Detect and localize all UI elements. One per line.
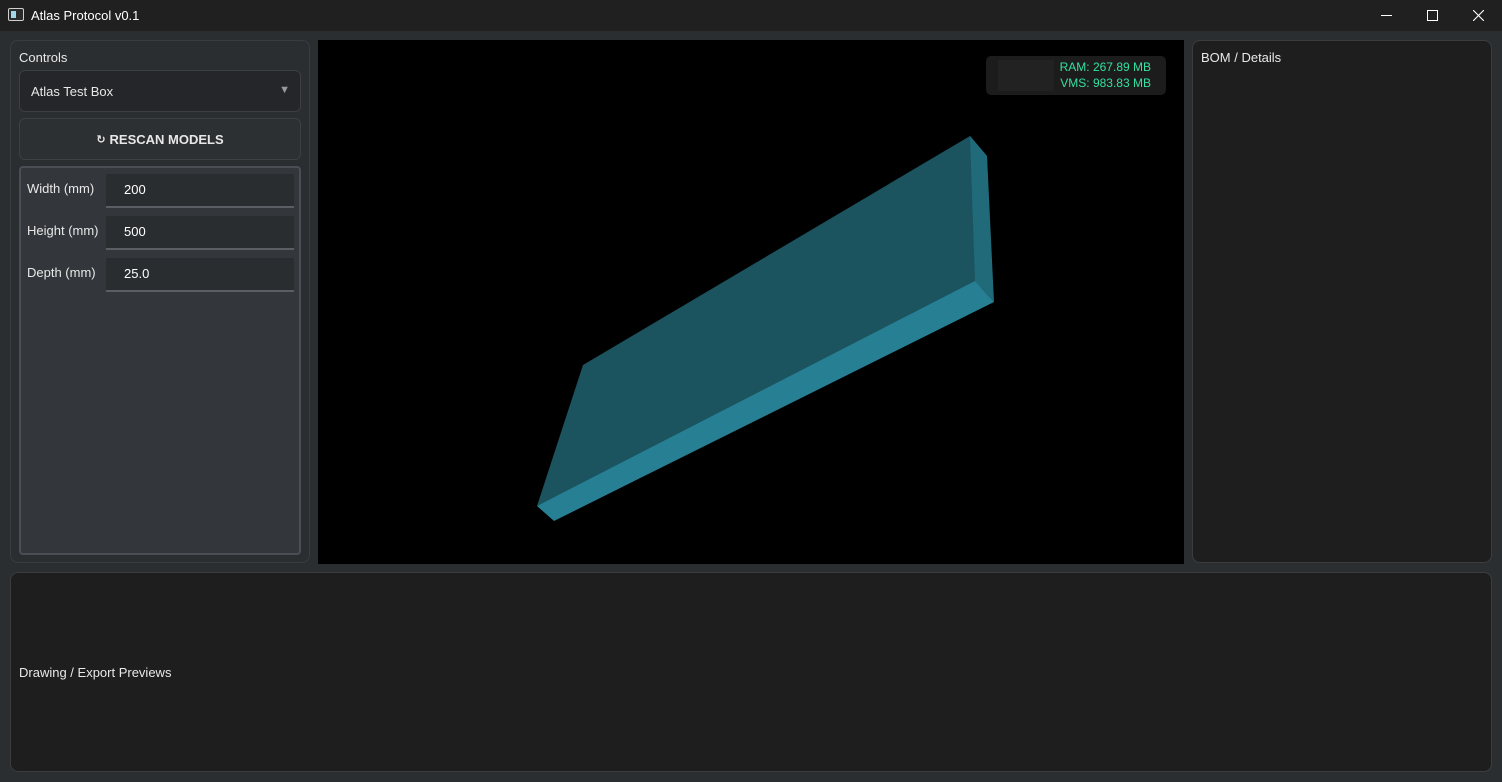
previews-label: Drawing / Export Previews (19, 665, 172, 680)
bom-panel: BOM / Details (1192, 40, 1492, 563)
rescan-models-button[interactable]: ↻ RESCAN MODELS (19, 118, 301, 160)
width-input[interactable]: 200 (106, 174, 294, 208)
model-select-value: Atlas Test Box (31, 84, 114, 99)
refresh-icon: ↻ (96, 133, 106, 146)
height-label: Height (mm) (27, 223, 99, 238)
vms-readout: VMS: 983.83 MB (1060, 76, 1151, 90)
maximize-button[interactable] (1409, 0, 1455, 31)
height-input[interactable]: 500 (106, 216, 294, 250)
3d-viewport[interactable]: RAM: 267.89 MB VMS: 983.83 MB (318, 40, 1184, 564)
depth-label: Depth (mm) (27, 265, 96, 280)
title-bar: Atlas Protocol v0.1 (0, 0, 1502, 31)
controls-label: Controls (19, 50, 68, 65)
memory-overlay: RAM: 267.89 MB VMS: 983.83 MB (986, 56, 1166, 95)
memory-graph (998, 60, 1054, 91)
model-select[interactable]: Atlas Test Box ▼ (19, 70, 301, 112)
rescan-models-label: RESCAN MODELS (109, 131, 224, 147)
app-icon (8, 8, 24, 21)
ram-readout: RAM: 267.89 MB (1059, 60, 1151, 74)
maximize-icon (1426, 10, 1438, 21)
bom-label: BOM / Details (1201, 50, 1282, 65)
box-model (537, 136, 994, 521)
close-icon (1472, 10, 1484, 21)
previews-panel: Drawing / Export Previews (10, 572, 1492, 772)
minimize-icon (1380, 15, 1392, 16)
width-label: Width (mm) (27, 181, 95, 196)
window-title: Atlas Protocol v0.1 (31, 8, 140, 23)
triangle-down-icon: ▼ (279, 84, 290, 96)
close-button[interactable] (1455, 0, 1501, 31)
depth-input[interactable]: 25.0 (106, 258, 294, 292)
minimize-button[interactable] (1363, 0, 1409, 31)
controls-panel: Controls Atlas Test Box ▼ ↻ RESCAN MODEL… (10, 40, 310, 563)
parameters-group: Width (mm) 200 Height (mm) 500 Depth (mm… (19, 166, 301, 555)
